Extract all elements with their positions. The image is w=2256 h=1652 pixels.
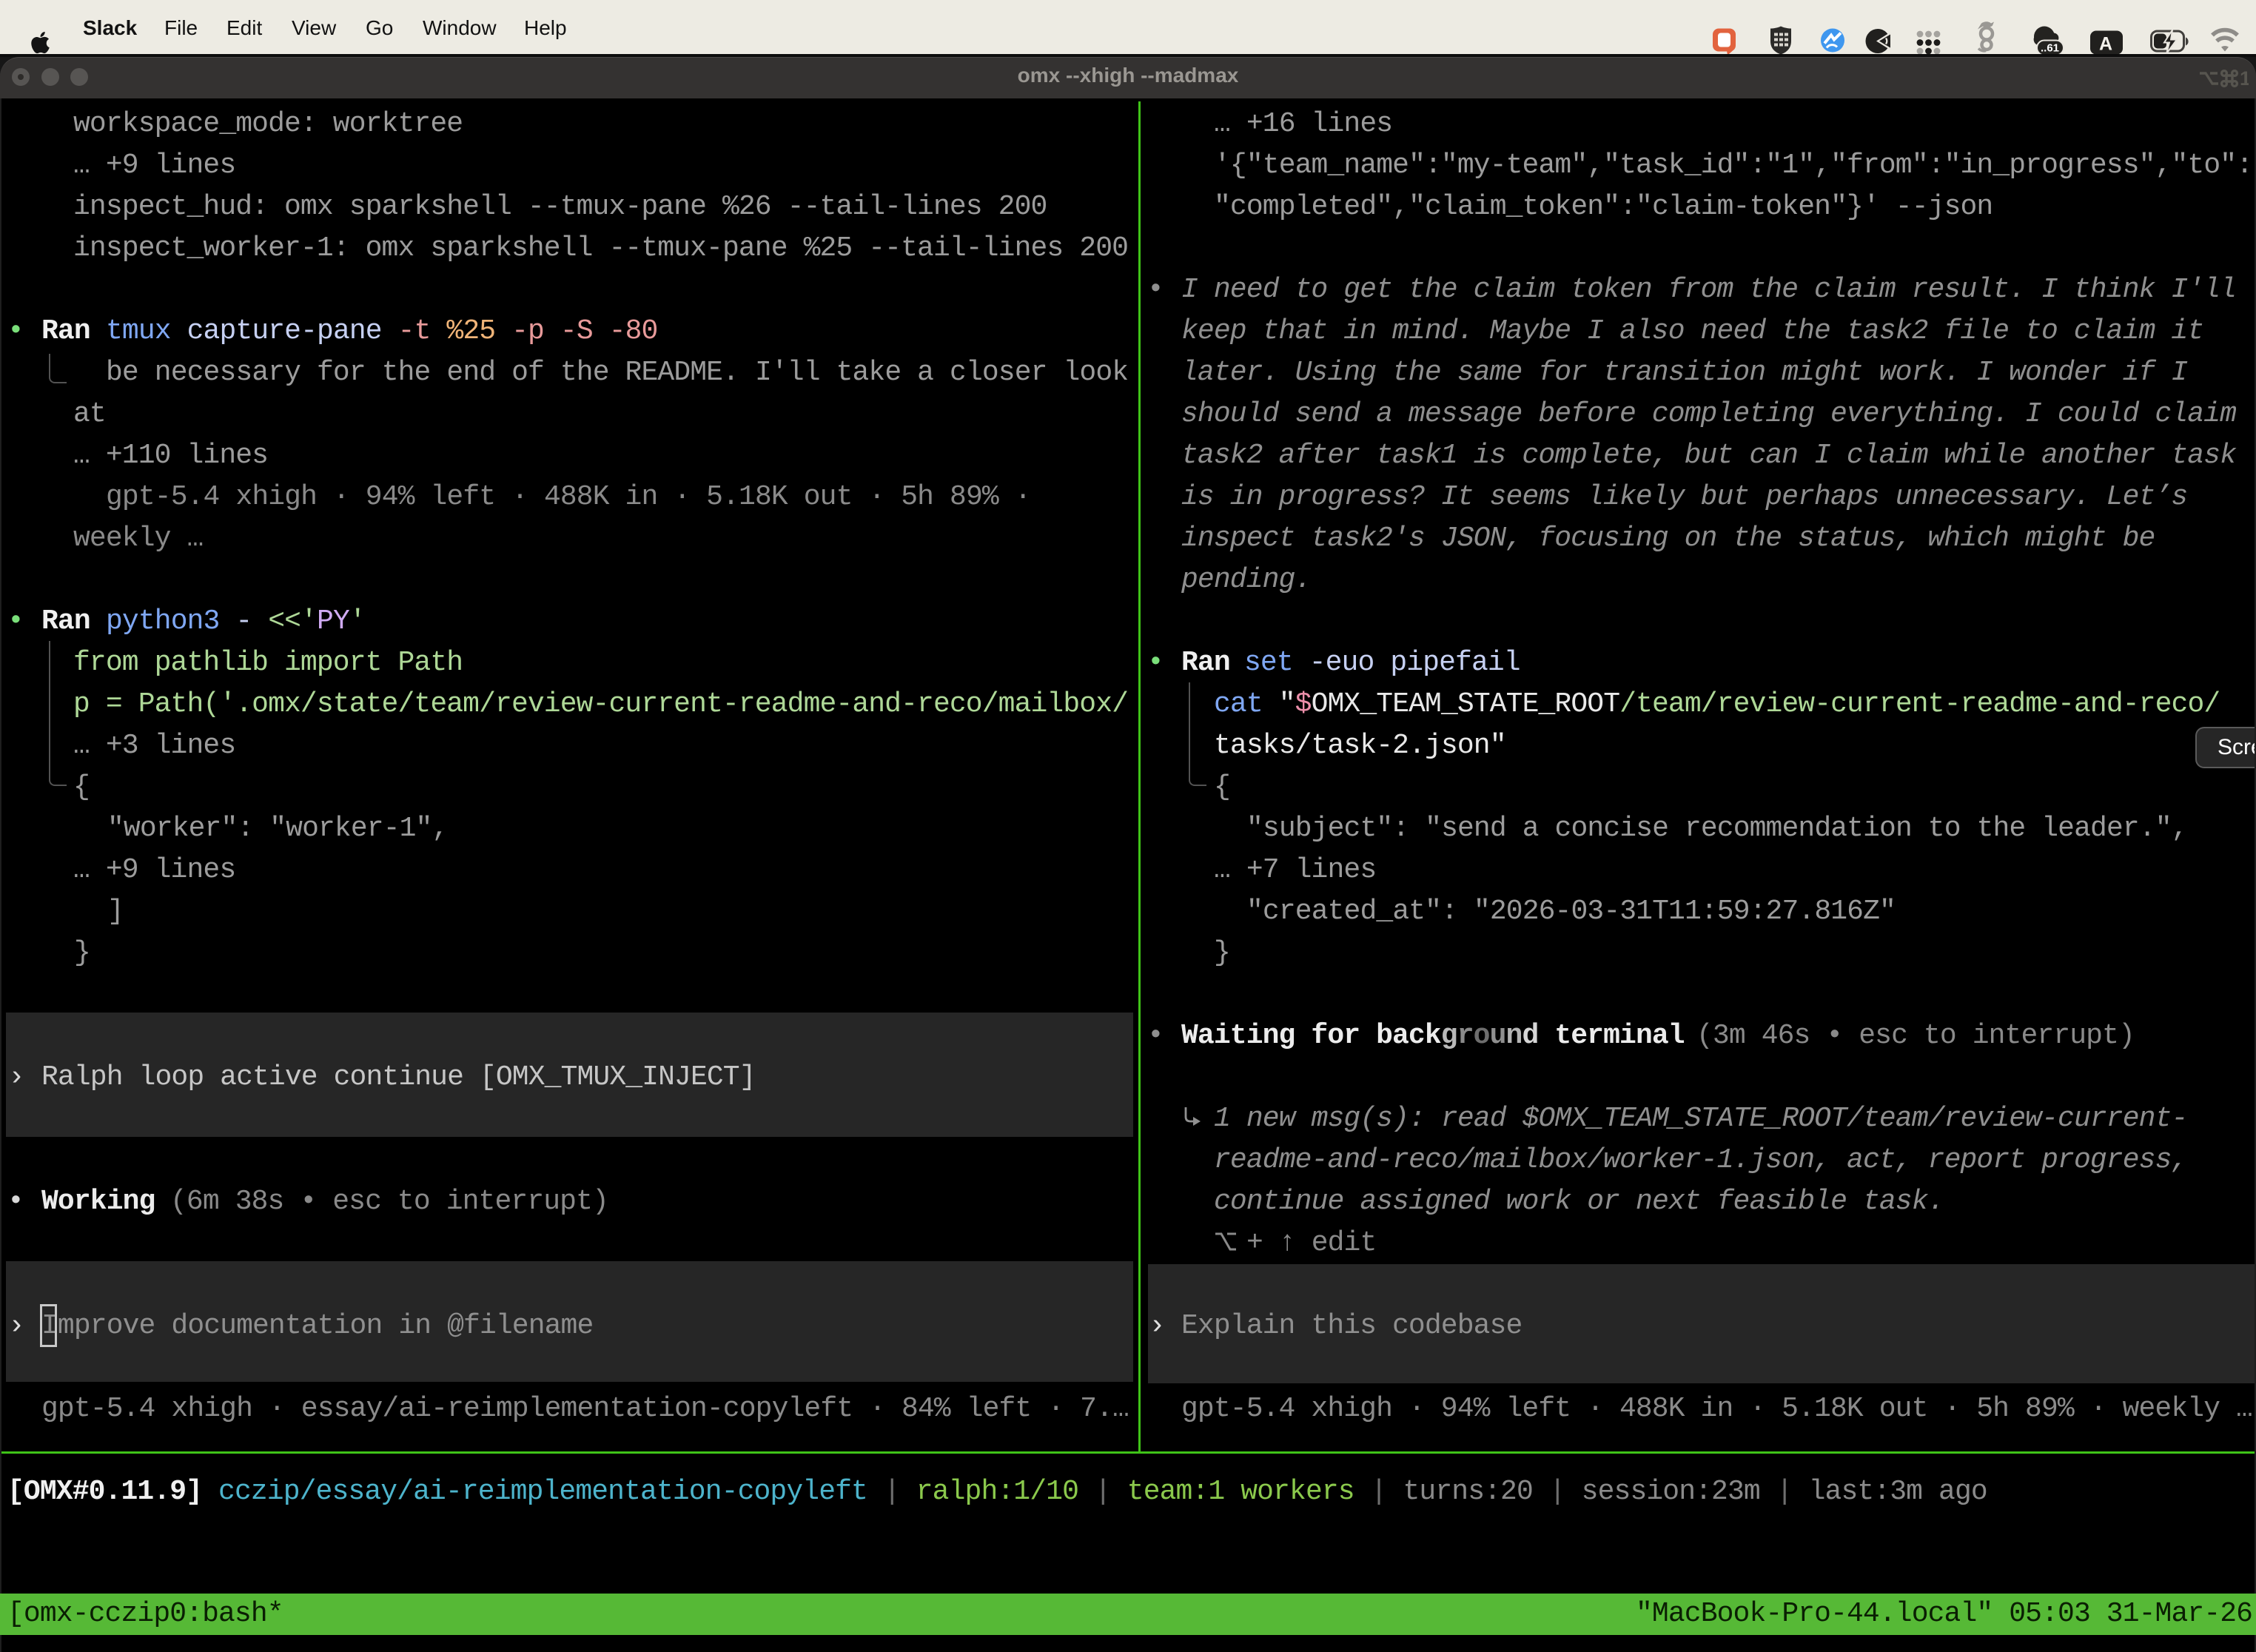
svg-text:1: 1 xyxy=(2240,67,2249,90)
svg-text:..61: ..61 xyxy=(2041,42,2059,55)
svg-text:A: A xyxy=(2099,34,2112,55)
